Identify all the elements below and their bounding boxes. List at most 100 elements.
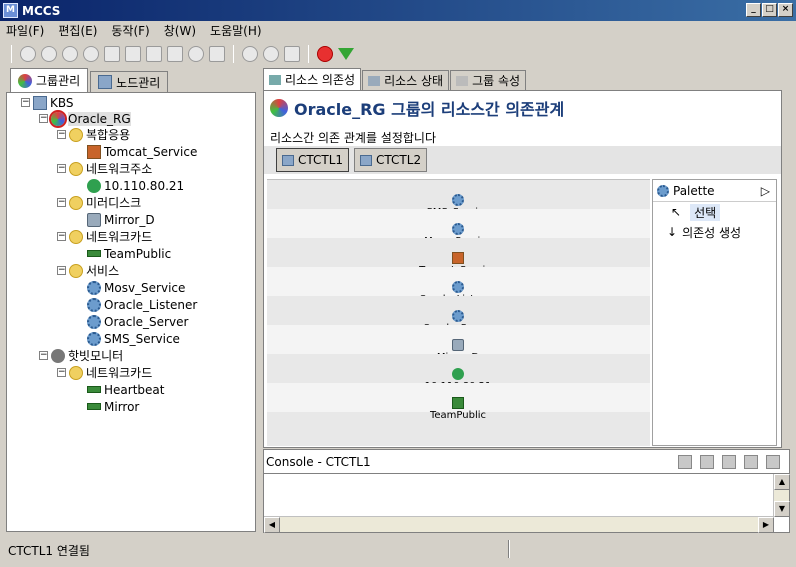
server-icon bbox=[282, 154, 294, 166]
tree-item[interactable]: Oracle_Listener bbox=[75, 296, 197, 313]
tree-item[interactable]: − 미러디스크 bbox=[57, 194, 141, 211]
menu-edit[interactable]: 편집(E) bbox=[58, 22, 97, 39]
tree-item[interactable]: 10.110.80.21 bbox=[75, 177, 184, 194]
record-icon[interactable] bbox=[317, 46, 333, 62]
tree-item[interactable]: − 네트워크주소 bbox=[57, 160, 152, 177]
tree-item[interactable]: − 네트워크카드 bbox=[57, 364, 152, 381]
open-console-icon[interactable] bbox=[766, 455, 780, 469]
tab-node-management[interactable]: 노드관리 bbox=[90, 71, 169, 92]
palette-item-label: 선택 bbox=[690, 203, 721, 221]
tree-item[interactable]: TeamPublic bbox=[75, 245, 171, 262]
select-icon[interactable] bbox=[209, 46, 225, 62]
dependency-canvas[interactable]: SMS_ServiceMosv_ServiceTomcat_ServiceOra… bbox=[267, 179, 650, 446]
left-tabs: 그룹관리 노드관리 bbox=[6, 68, 258, 92]
stop-icon[interactable] bbox=[62, 46, 78, 62]
tree-item-group[interactable]: − Oracle_RG bbox=[39, 109, 131, 128]
tree-item[interactable]: SMS_Service bbox=[75, 330, 180, 347]
group-icon[interactable] bbox=[242, 46, 258, 62]
table-icon bbox=[368, 75, 381, 86]
tree-item[interactable]: Mosv_Service bbox=[75, 279, 185, 296]
group-settings-icon[interactable] bbox=[263, 46, 279, 62]
menu-help[interactable]: 도움말(H) bbox=[210, 22, 262, 39]
gear-icon bbox=[452, 310, 464, 322]
window-title: MCCS bbox=[22, 3, 61, 18]
tree-item[interactable]: Heartbeat bbox=[75, 381, 164, 398]
collapse-icon[interactable]: − bbox=[39, 351, 48, 360]
tree-item[interactable]: Mirror_D bbox=[75, 211, 155, 228]
left-panel: 그룹관리 노드관리 − KBS − Oracle_RG − 복합응용 Tomcat_… bbox=[6, 68, 258, 534]
palette-item-select[interactable]: ↖ 선택 bbox=[653, 202, 776, 222]
tab-group-properties[interactable]: 그룹 속성 bbox=[450, 70, 527, 90]
collapse-icon[interactable]: − bbox=[21, 98, 30, 107]
tree-item[interactable]: − 복합응용 bbox=[57, 126, 130, 143]
disk-icon bbox=[452, 339, 464, 351]
export-icon[interactable] bbox=[146, 46, 162, 62]
import-icon[interactable] bbox=[167, 46, 183, 62]
scroll-lock-icon[interactable] bbox=[700, 455, 714, 469]
chevron-right-icon[interactable]: ▷ bbox=[761, 184, 770, 198]
collapse-icon[interactable]: − bbox=[57, 266, 66, 275]
tab-label: CTCTL1 bbox=[298, 153, 344, 167]
gear-icon bbox=[87, 297, 101, 312]
tab-node-ctctl2[interactable]: CTCTL2 bbox=[354, 148, 428, 172]
collapse-icon[interactable]: − bbox=[57, 130, 66, 139]
play-icon[interactable] bbox=[20, 46, 36, 62]
clear-console-icon[interactable] bbox=[678, 455, 692, 469]
resource-group-icon bbox=[270, 99, 288, 117]
console-title: Console - CTCTL1 bbox=[266, 454, 371, 469]
console-output[interactable]: ▲ ▼ ◀ ▶ bbox=[263, 473, 790, 533]
display-console-icon[interactable] bbox=[744, 455, 758, 469]
tab-resource-dependency[interactable]: 리소스 의존성 bbox=[263, 68, 362, 90]
disk-icon bbox=[87, 212, 101, 227]
tree-item[interactable]: − 서비스 bbox=[57, 262, 119, 279]
collapse-icon[interactable]: − bbox=[39, 114, 48, 123]
vertical-scrollbar[interactable]: ▲ ▼ bbox=[773, 474, 790, 517]
collapse-icon[interactable]: − bbox=[57, 368, 66, 377]
tab-node-ctctl1[interactable]: CTCTL1 bbox=[276, 148, 350, 172]
palette-icon bbox=[657, 184, 669, 197]
collapse-icon[interactable]: − bbox=[57, 164, 66, 173]
scroll-left-icon[interactable]: ◀ bbox=[264, 517, 280, 533]
move-icon[interactable] bbox=[284, 46, 300, 62]
collapse-icon[interactable]: − bbox=[57, 198, 66, 207]
menu-file[interactable]: 파일(F) bbox=[6, 22, 44, 39]
tree-item[interactable]: Oracle_Server bbox=[75, 313, 188, 330]
menu-bar: 파일(F) 편집(E) 동작(F) 창(W) 도움말(H) bbox=[0, 21, 796, 40]
palette-header[interactable]: Palette ▷ bbox=[653, 180, 776, 202]
maximize-button[interactable]: □ bbox=[762, 3, 777, 17]
pin-console-icon[interactable] bbox=[722, 455, 736, 469]
horizontal-scrollbar[interactable]: ◀ ▶ bbox=[264, 516, 774, 533]
node-tabs: CTCTL1 CTCTL2 bbox=[264, 146, 781, 174]
diagram-node[interactable]: TeamPublic bbox=[397, 397, 519, 421]
server-icon bbox=[98, 75, 113, 89]
tree-label: Heartbeat bbox=[104, 382, 165, 397]
tab-resource-status[interactable]: 리소스 상태 bbox=[362, 70, 450, 90]
folder-icon bbox=[69, 229, 83, 244]
pause-icon[interactable] bbox=[41, 46, 57, 62]
restart-icon[interactable] bbox=[83, 46, 99, 62]
gear-icon bbox=[452, 223, 464, 235]
menu-action[interactable]: 동작(F) bbox=[111, 22, 149, 39]
scroll-right-icon[interactable]: ▶ bbox=[758, 517, 774, 533]
tree-item-root[interactable]: − KBS bbox=[21, 94, 74, 111]
scroll-down-icon[interactable]: ▼ bbox=[774, 501, 790, 517]
lock-icon[interactable] bbox=[104, 46, 120, 62]
tree-item[interactable]: Mirror bbox=[75, 398, 139, 415]
minimize-button[interactable]: _ bbox=[746, 3, 761, 17]
tree-item[interactable]: − 네트워크카드 bbox=[57, 228, 152, 245]
tree-label: 핫빗모니터 bbox=[68, 349, 124, 363]
tree-label: SMS_Service bbox=[104, 331, 180, 346]
scroll-up-icon[interactable]: ▲ bbox=[774, 474, 790, 490]
tree-item-heartbeat[interactable]: − 핫빗모니터 bbox=[39, 347, 123, 364]
collapse-icon[interactable]: − bbox=[57, 232, 66, 241]
close-button[interactable]: × bbox=[778, 3, 793, 17]
tab-group-management[interactable]: 그룹관리 bbox=[10, 68, 89, 92]
palette-item-create-dependency[interactable]: ↓ 의존성 생성 bbox=[653, 222, 776, 242]
check-icon[interactable] bbox=[188, 46, 204, 62]
unlock-icon[interactable] bbox=[125, 46, 141, 62]
tree-label: 10.110.80.21 bbox=[104, 178, 185, 193]
menu-window[interactable]: 창(W) bbox=[164, 22, 196, 39]
download-icon[interactable] bbox=[338, 48, 354, 60]
tree-item[interactable]: Tomcat_Service bbox=[75, 143, 197, 160]
resource-tree[interactable]: − KBS − Oracle_RG − 복합응용 Tomcat_Service − 네트… bbox=[6, 92, 256, 532]
